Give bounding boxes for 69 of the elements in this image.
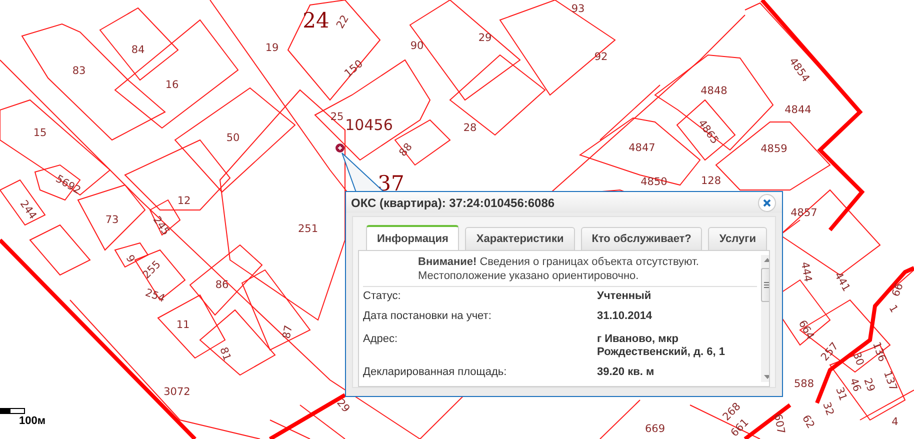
parcel-number: 4859 xyxy=(760,142,788,155)
field-value: 31.10.2014 xyxy=(597,310,654,324)
parcel-number: 25 xyxy=(330,110,344,123)
parcel-number: 83 xyxy=(72,64,86,77)
parcel-number: 15 xyxy=(33,126,47,139)
parcel-number: 137 xyxy=(881,369,900,392)
parcel-number: 29 xyxy=(334,396,352,415)
close-icon xyxy=(763,198,771,206)
tab[interactable]: Характеристики xyxy=(465,227,575,250)
parcel-number: 4850 xyxy=(640,176,668,188)
parcel-number: 29 xyxy=(478,32,492,44)
parcel-number: 251 xyxy=(298,222,318,235)
field-value: 39.20 кв. м xyxy=(597,366,656,380)
parcel-number: 50 xyxy=(226,132,240,144)
parcel-number: 46 xyxy=(847,376,864,394)
parcel-number: 10456 xyxy=(345,116,393,134)
tab[interactable]: Кто обслуживает? xyxy=(580,227,702,250)
parcel-number: 4844 xyxy=(784,104,812,116)
parcel-number: 92 xyxy=(594,50,608,63)
field-label: Дата постановки на учет: xyxy=(363,310,492,324)
parcel-number: 31 xyxy=(833,386,850,402)
tab[interactable]: Информация xyxy=(366,225,460,250)
parcel-number: 22 xyxy=(334,13,352,31)
location-marker-icon[interactable] xyxy=(336,144,344,152)
scroll-down-icon[interactable] xyxy=(764,375,769,379)
parcel-number: 254 xyxy=(144,286,167,305)
parcel-number: 84 xyxy=(131,44,145,56)
parcel-number: 19 xyxy=(265,42,279,54)
parcel-number: 24 xyxy=(302,8,330,32)
parcel-number: 4847 xyxy=(628,142,656,154)
parcel-number: 1 xyxy=(886,303,900,315)
field-value: г Иваново, мкр Рождественский, д. 6, 1 xyxy=(597,333,726,360)
field-label: Декларированная площадь: xyxy=(363,366,508,380)
parcel-number: 11 xyxy=(176,318,190,331)
parcel-number: 128 xyxy=(700,174,722,187)
scroll-up-icon[interactable] xyxy=(764,258,769,262)
field-label: Статус: xyxy=(363,290,402,304)
parcel-number: 88 xyxy=(397,140,415,159)
parcel-number: 444 xyxy=(798,261,814,283)
parcel-number: 81 xyxy=(217,346,234,362)
notice-text: Внимание! Сведения о границах объекта отсутствуют. Местоположение указано ориентировочно. xyxy=(417,255,700,283)
parcel-number: 150 xyxy=(342,58,366,80)
popup-title: ОКС (квартира): 37:24:010456:6086 xyxy=(351,196,555,210)
parcel-number: 12 xyxy=(177,194,191,207)
parcel-number: 607 xyxy=(771,413,787,435)
parcel-number: 3072 xyxy=(164,386,190,398)
parcel-number: 30 xyxy=(850,350,866,368)
parcel-number: 90 xyxy=(410,40,424,52)
tab[interactable]: Услуги xyxy=(708,227,767,250)
parcel-number: 9 xyxy=(123,253,137,265)
parcel-number: 32 xyxy=(820,400,836,418)
close-button[interactable] xyxy=(758,194,776,212)
parcel-number: 136 xyxy=(870,340,888,364)
field-label: Адрес: xyxy=(363,333,399,347)
parcel-number: 4 xyxy=(892,416,898,428)
parcel-number: 87 xyxy=(280,324,295,340)
parcel-number: 66 xyxy=(890,282,906,298)
parcel-number: 669 xyxy=(644,422,666,435)
parcel-number: 62 xyxy=(800,413,817,431)
parcel-number: 28 xyxy=(463,122,477,134)
parcel-number: 93 xyxy=(571,2,585,15)
parcel-number: 29 xyxy=(861,376,878,394)
field-value: Учтенный xyxy=(597,290,652,304)
parcel-number: 73 xyxy=(105,214,119,226)
parcel-number: 16 xyxy=(165,78,179,91)
scale-label: 100м xyxy=(19,415,46,427)
parcel-number: 86 xyxy=(215,278,229,291)
parcel-number: 4848 xyxy=(700,84,728,97)
parcel-number: 588 xyxy=(794,378,814,390)
